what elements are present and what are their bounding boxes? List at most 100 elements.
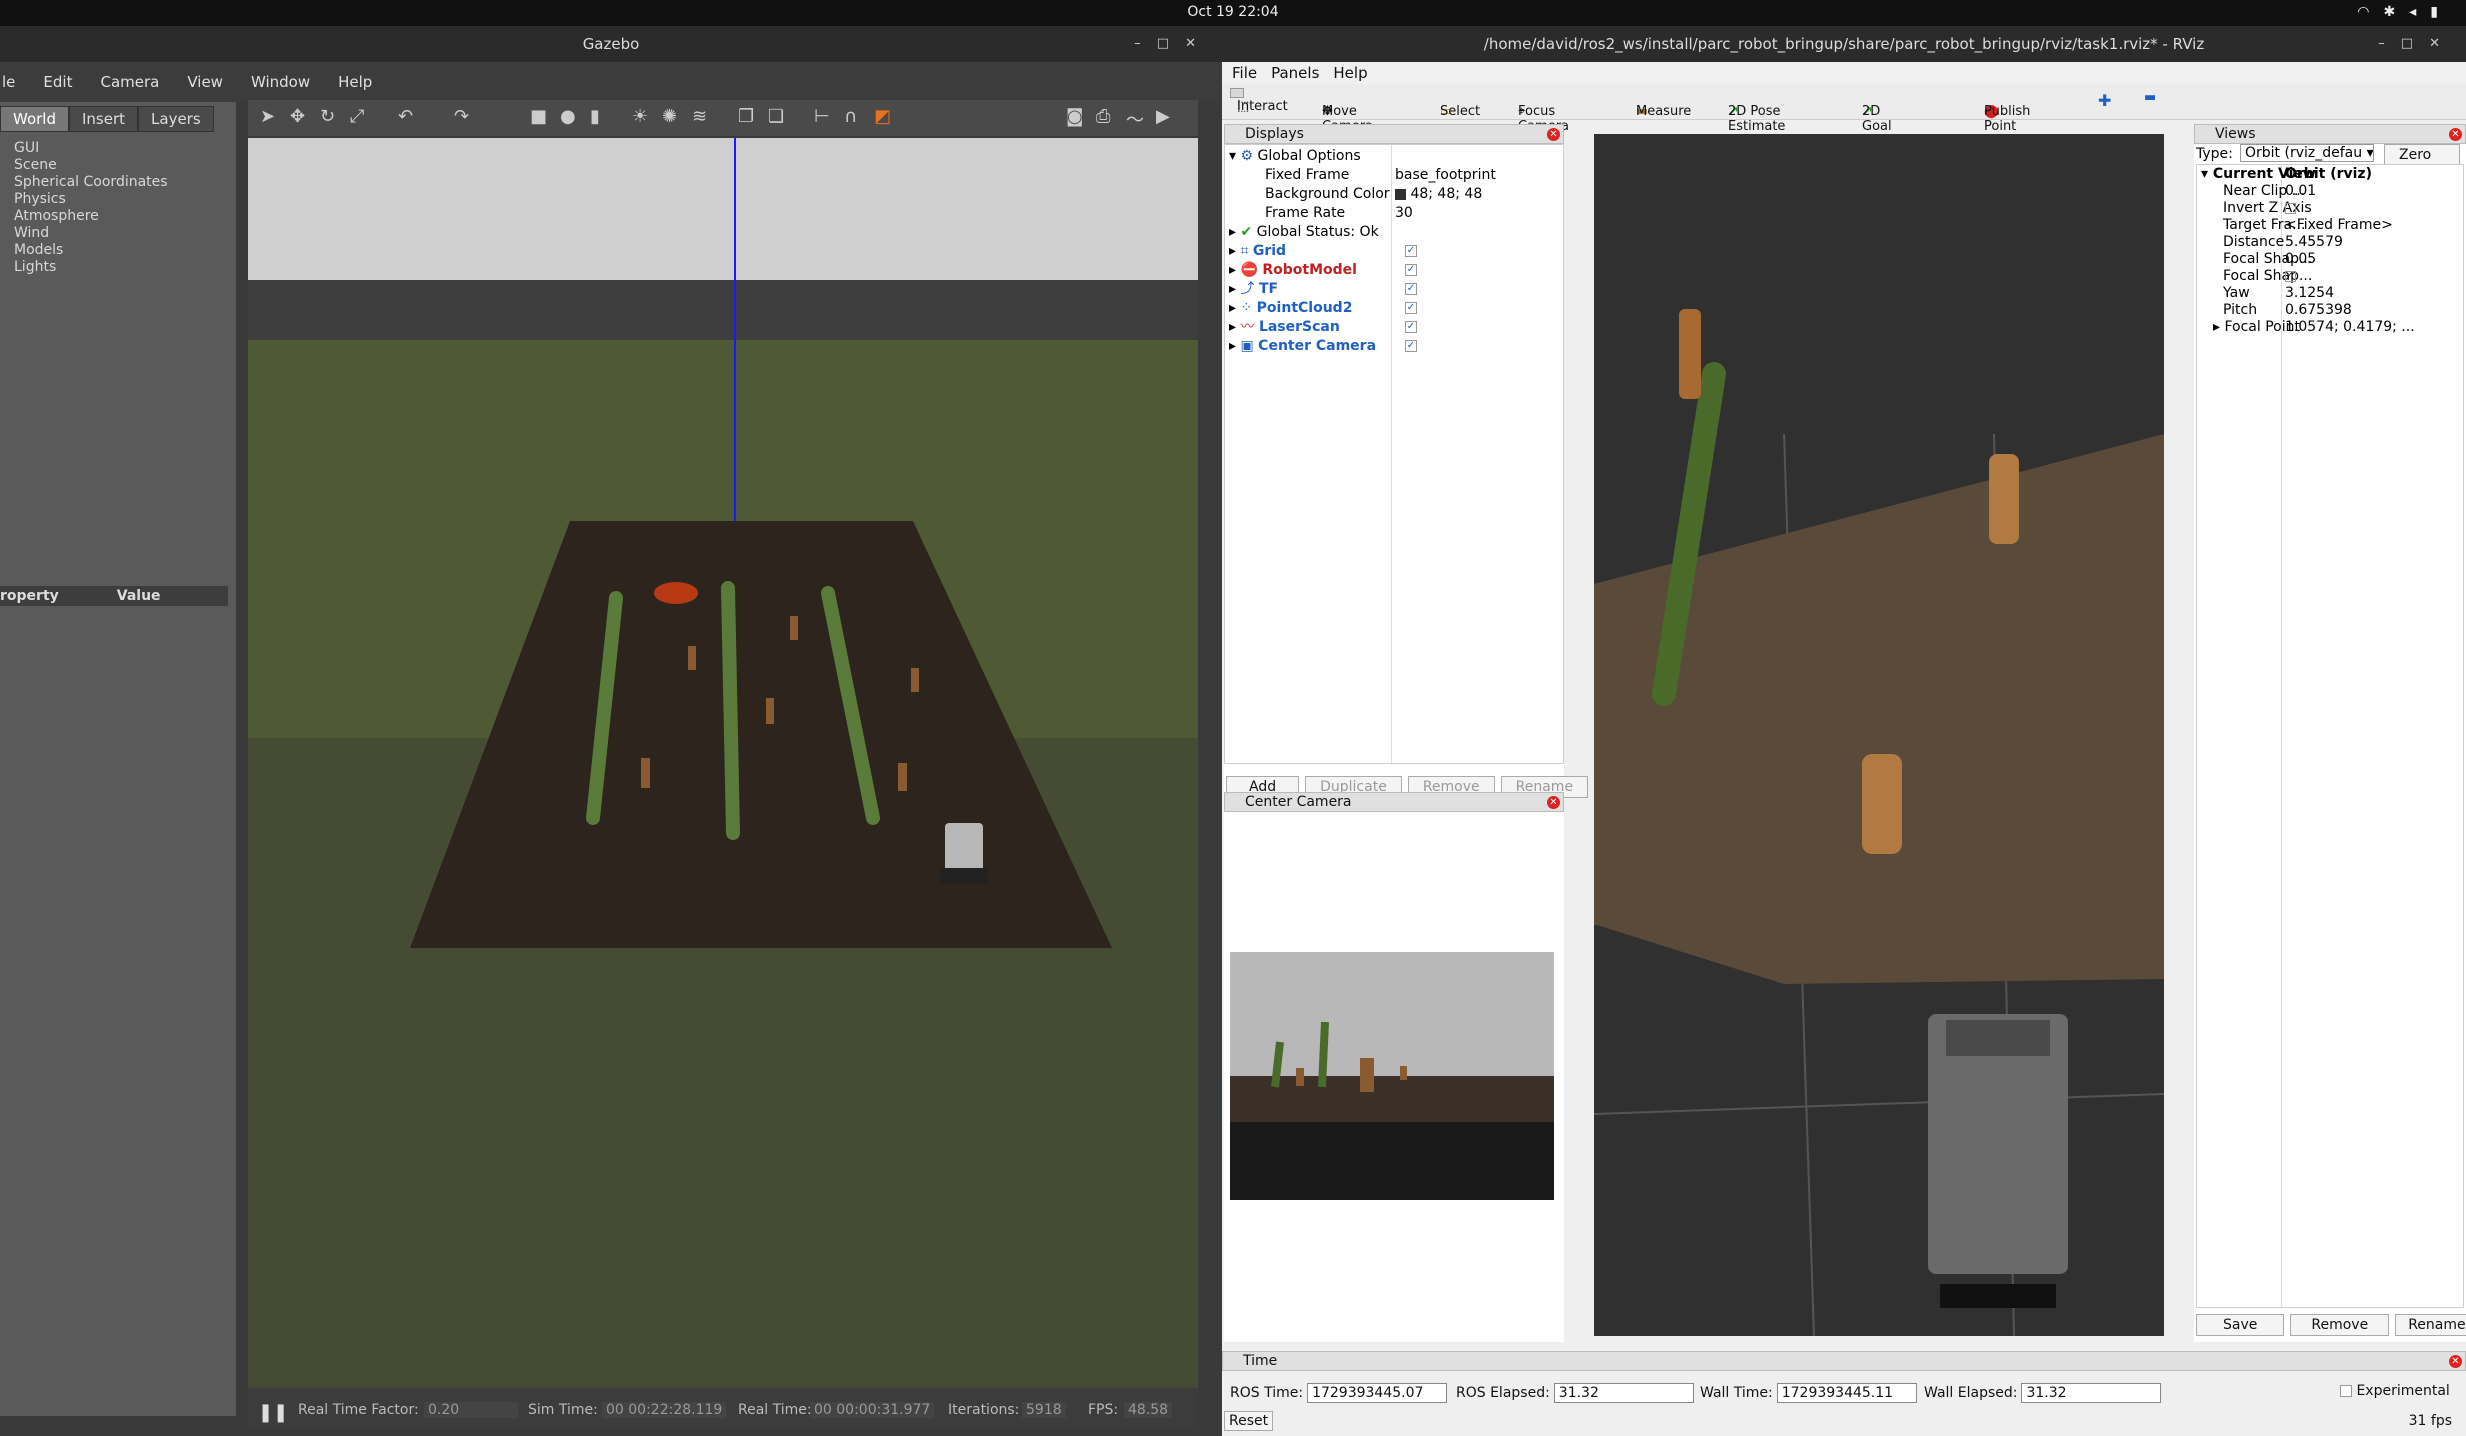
paste-icon[interactable]: ❏ [768, 106, 784, 127]
wifi-icon[interactable]: ◠ [2357, 4, 2383, 20]
display-tf[interactable]: ▸ ⤴ TF ✓ [1229, 280, 1429, 299]
gazebo-3d-scene[interactable] [248, 138, 1198, 1388]
screenshot-icon[interactable]: ◙ [1066, 106, 1083, 127]
menu-file[interactable]: File [1232, 64, 1257, 82]
log-icon[interactable]: ⎙ [1096, 106, 1110, 127]
minimize-icon[interactable]: – [2378, 36, 2401, 51]
remove-view-button[interactable]: Remove [2290, 1314, 2390, 1336]
menu-panels[interactable]: Panels [1271, 64, 1319, 82]
rviz-3d-viewport[interactable] [1594, 134, 2164, 1336]
yaw-value[interactable]: 3.1254 [2285, 285, 2334, 302]
menu-help[interactable]: Help [1333, 64, 1367, 82]
maximize-icon[interactable]: □ [1157, 36, 1185, 51]
distance-value[interactable]: 5.45579 [2285, 234, 2343, 251]
menu-file[interactable]: le [0, 73, 17, 91]
clock[interactable]: Oct 19 22:04 [0, 4, 2466, 20]
save-view-button[interactable]: Save [2196, 1314, 2285, 1336]
minimize-icon[interactable]: – [1134, 36, 1157, 51]
translate-icon[interactable]: ✥ [290, 106, 305, 127]
rename-view-button[interactable]: Rename [2395, 1314, 2466, 1336]
system-tray[interactable]: ◠✱◂▮ [2357, 4, 2452, 20]
spot-light-icon[interactable]: ✺ [662, 106, 677, 127]
close-icon[interactable]: ✕ [1547, 128, 1560, 141]
close-icon[interactable]: ✕ [2449, 128, 2462, 141]
close-icon[interactable]: ✕ [2429, 36, 2456, 51]
menu-view[interactable]: View [185, 73, 225, 91]
point-light-icon[interactable]: ☀ [632, 106, 648, 127]
maximize-icon[interactable]: □ [2401, 36, 2429, 51]
copy-icon[interactable]: ❐ [738, 106, 754, 127]
grid-checkbox[interactable]: ✓ [1405, 245, 1417, 257]
tree-item-atmosphere[interactable]: Atmosphere [14, 208, 236, 225]
menu-edit[interactable]: Edit [41, 73, 74, 91]
view-angle-icon[interactable]: ◩ [874, 106, 891, 127]
expand-icon[interactable]: ▸ [1229, 338, 1240, 354]
ros-elapsed-input[interactable]: 31.32 [1553, 1383, 1694, 1403]
cylinder-shape-icon[interactable]: ▮ [590, 106, 600, 127]
menu-window[interactable]: Window [249, 73, 312, 91]
wall-elapsed-input[interactable]: 31.32 [2021, 1383, 2162, 1403]
expand-icon[interactable]: ▸ [1229, 300, 1240, 316]
pitch-value[interactable]: 0.675398 [2285, 302, 2352, 319]
pointcloud2-checkbox[interactable]: ✓ [1405, 302, 1417, 314]
tree-item-physics[interactable]: Physics [14, 191, 236, 208]
invert-z-checkbox[interactable] [2285, 203, 2296, 214]
tree-item-gui[interactable]: GUI [14, 140, 236, 157]
expand-icon[interactable]: ▸ [1229, 243, 1240, 259]
global-status[interactable]: ▸ ✔ Global Status: Ok [1229, 223, 1379, 242]
zero-button[interactable]: Zero [2384, 144, 2460, 166]
close-icon[interactable]: ✕ [1185, 36, 1212, 51]
expand-icon[interactable]: ▸ [1229, 262, 1240, 278]
fixed-frame-value[interactable]: base_footprint [1395, 166, 1496, 185]
align-icon[interactable]: ⊢ [814, 106, 830, 127]
remove-tool-icon[interactable]: ▬ [2144, 90, 2156, 105]
bluetooth-icon[interactable]: ✱ [2384, 4, 2410, 20]
tree-global-options[interactable]: ▾ ⚙ Global Options [1229, 147, 1361, 166]
tree-item-lights[interactable]: Lights [14, 259, 236, 276]
center-camera-checkbox[interactable]: ✓ [1405, 340, 1417, 352]
tree-item-models[interactable]: Models [14, 242, 236, 259]
add-tool-icon[interactable]: ✚ [2098, 91, 2111, 110]
gazebo-render[interactable] [248, 138, 1198, 1388]
tree-item-wind[interactable]: Wind [14, 225, 236, 242]
sphere-shape-icon[interactable]: ● [560, 106, 576, 127]
select-arrow-icon[interactable]: ➤ [260, 106, 275, 127]
target-frame-value[interactable]: <Fixed Frame> [2285, 217, 2393, 234]
directional-light-icon[interactable]: ≋ [692, 106, 707, 127]
expand-icon[interactable]: ▸ [1229, 224, 1240, 240]
scale-icon[interactable]: ⤢ [350, 106, 364, 127]
rviz-robot-model[interactable] [1928, 1014, 2068, 1308]
volume-icon[interactable]: ◂ [2409, 4, 2430, 20]
tool-interact[interactable]: ⬚ Interact [1230, 88, 1288, 114]
frame-rate-value[interactable]: 30 [1395, 204, 1413, 223]
display-pointcloud2[interactable]: ▸ ⁘ PointCloud2 ✓ [1229, 299, 1429, 318]
menu-camera[interactable]: Camera [98, 73, 161, 91]
tree-item-scene[interactable]: Scene [14, 157, 236, 174]
view-type-select[interactable]: Orbit (rviz_defau ▾ [2240, 144, 2374, 162]
tree-item-spherical[interactable]: Spherical Coordinates [14, 174, 236, 191]
snap-icon[interactable]: ∩ [844, 106, 857, 127]
menu-help[interactable]: Help [336, 73, 374, 91]
battery-icon[interactable]: ▮ [2430, 4, 2452, 20]
rotate-icon[interactable]: ↻ [320, 106, 335, 127]
plot-icon[interactable]: 〜 [1126, 106, 1144, 132]
tab-layers[interactable]: Layers [138, 106, 214, 132]
rviz-window-controls[interactable]: –□✕ [2378, 26, 2456, 62]
bg-color-field[interactable]: 48; 48; 48 [1395, 185, 1482, 204]
display-center-camera[interactable]: ▸ ▣ Center Camera ✓ [1229, 337, 1429, 356]
robotmodel-checkbox[interactable]: ✓ [1405, 264, 1417, 276]
pause-icon[interactable]: ❚❚ [258, 1402, 288, 1423]
focal-shape-size-value[interactable]: 0.05 [2285, 251, 2316, 268]
gazebo-robot[interactable] [940, 823, 988, 884]
expand-icon[interactable]: ▾ [1229, 148, 1240, 164]
expand-icon[interactable]: ▸ [1229, 281, 1240, 297]
tf-checkbox[interactable]: ✓ [1405, 283, 1417, 295]
tab-world[interactable]: World [0, 106, 69, 132]
expand-icon[interactable]: ▾ [2201, 166, 2213, 182]
redo-icon[interactable]: ↷ [454, 106, 469, 127]
close-icon[interactable]: ✕ [1547, 796, 1560, 809]
near-clip-value[interactable]: 0.01 [2285, 183, 2316, 200]
experimental-box[interactable] [2340, 1385, 2352, 1397]
ros-time-input[interactable]: 1729393445.07 [1307, 1383, 1448, 1403]
laserscan-checkbox[interactable]: ✓ [1405, 321, 1417, 333]
